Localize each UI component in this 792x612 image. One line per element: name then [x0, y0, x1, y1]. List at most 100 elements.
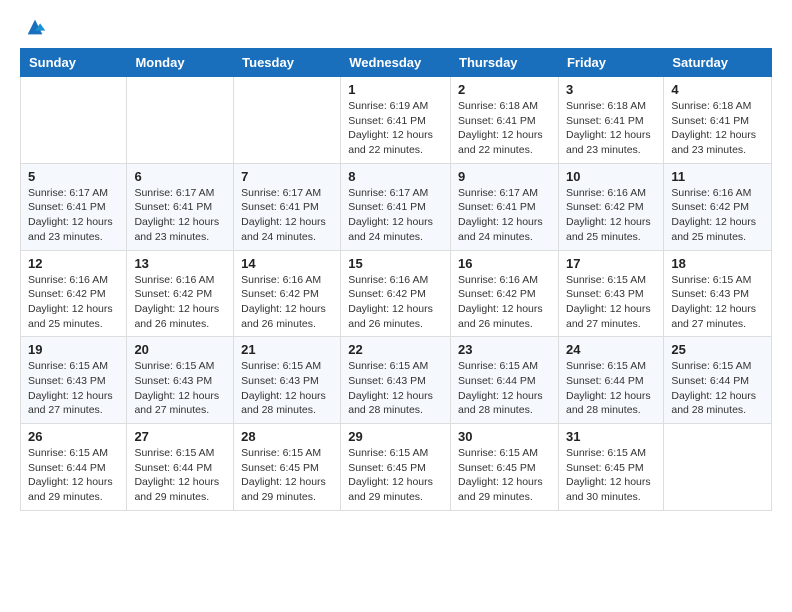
calendar-cell: 20 Sunrise: 6:15 AMSunset: 6:43 PMDayligh…: [127, 337, 234, 424]
calendar-cell: 15Sunrise: 6:16 AMSunset: 6:42 PMDayligh…: [341, 250, 451, 337]
calendar-cell: 17 Sunrise: 6:15 AMSunset: 6:43 PMDayligh…: [558, 250, 663, 337]
cell-info: Sunrise: 6:16 AMSunset: 6:42 PMDaylight:…: [566, 186, 656, 245]
cell-info: Sunrise: 6:15 AMSunset: 6:43 PMDaylight:…: [28, 359, 119, 418]
cell-info: Sunrise: 6:17 AMSunset: 6:41 PMDaylight:…: [458, 186, 551, 245]
calendar-cell: 10 Sunrise: 6:16 AMSunset: 6:42 PMDayligh…: [558, 163, 663, 250]
cell-info: Sunrise: 6:15 AMSunset: 6:43 PMDaylight:…: [241, 359, 333, 418]
calendar-cell: 19 Sunrise: 6:15 AMSunset: 6:43 PMDayligh…: [21, 337, 127, 424]
calendar-cell: 1 Sunrise: 6:19 AMSunset: 6:41 PMDaylight…: [341, 77, 451, 164]
cell-info: Sunrise: 6:17 AMSunset: 6:41 PMDaylight:…: [134, 186, 226, 245]
cell-date: 30: [458, 429, 551, 444]
cell-info: Sunrise: 6:19 AMSunset: 6:41 PMDaylight:…: [348, 99, 443, 158]
cell-date: 25: [671, 342, 764, 357]
cell-date: 20: [134, 342, 226, 357]
cell-info: Sunrise: 6:15 AMSunset: 6:43 PMDaylight:…: [134, 359, 226, 418]
cell-date: 15: [348, 256, 443, 271]
cell-info: Sunrise: 6:15 AMSunset: 6:44 PMDaylight:…: [28, 446, 119, 505]
cell-date: 23: [458, 342, 551, 357]
calendar-cell: 6 Sunrise: 6:17 AMSunset: 6:41 PMDaylight…: [127, 163, 234, 250]
calendar-cell: 4 Sunrise: 6:18 AMSunset: 6:41 PMDaylight…: [664, 77, 772, 164]
calendar-cell: 28Sunrise: 6:15 AMSunset: 6:45 PMDayligh…: [234, 424, 341, 511]
cell-info: Sunrise: 6:15 AMSunset: 6:43 PMDaylight:…: [671, 273, 764, 332]
cell-date: 27: [134, 429, 226, 444]
calendar-cell: 22Sunrise: 6:15 AMSunset: 6:43 PMDayligh…: [341, 337, 451, 424]
calendar-cell: [664, 424, 772, 511]
weekday-header: Sunday: [21, 49, 127, 77]
weekday-header: Saturday: [664, 49, 772, 77]
calendar-cell: 21 Sunrise: 6:15 AMSunset: 6:43 PMDayligh…: [234, 337, 341, 424]
calendar-cell: [21, 77, 127, 164]
cell-date: 2: [458, 82, 551, 97]
cell-date: 4: [671, 82, 764, 97]
calendar-row: 1 Sunrise: 6:19 AMSunset: 6:41 PMDaylight…: [21, 77, 772, 164]
calendar-cell: 8 Sunrise: 6:17 AMSunset: 6:41 PMDaylight…: [341, 163, 451, 250]
cell-info: Sunrise: 6:18 AMSunset: 6:41 PMDaylight:…: [458, 99, 551, 158]
calendar-cell: 9Sunrise: 6:17 AMSunset: 6:41 PMDaylight…: [451, 163, 559, 250]
cell-info: Sunrise: 6:15 AMSunset: 6:45 PMDaylight:…: [458, 446, 551, 505]
calendar-cell: 5 Sunrise: 6:17 AMSunset: 6:41 PMDaylight…: [21, 163, 127, 250]
calendar-header-row: SundayMondayTuesdayWednesdayThursdayFrid…: [21, 49, 772, 77]
cell-date: 11: [671, 169, 764, 184]
calendar-cell: 27 Sunrise: 6:15 AMSunset: 6:44 PMDayligh…: [127, 424, 234, 511]
page: SundayMondayTuesdayWednesdayThursdayFrid…: [0, 0, 792, 612]
calendar-row: 26 Sunrise: 6:15 AMSunset: 6:44 PMDayligh…: [21, 424, 772, 511]
cell-info: Sunrise: 6:15 AMSunset: 6:45 PMDaylight:…: [566, 446, 656, 505]
cell-info: Sunrise: 6:17 AMSunset: 6:41 PMDaylight:…: [28, 186, 119, 245]
cell-date: 26: [28, 429, 119, 444]
cell-date: 1: [348, 82, 443, 97]
cell-info: Sunrise: 6:15 AMSunset: 6:44 PMDaylight:…: [566, 359, 656, 418]
calendar-cell: 29Sunrise: 6:15 AMSunset: 6:45 PMDayligh…: [341, 424, 451, 511]
calendar-cell: 13 Sunrise: 6:16 AMSunset: 6:42 PMDayligh…: [127, 250, 234, 337]
cell-date: 19: [28, 342, 119, 357]
calendar-cell: 16Sunrise: 6:16 AMSunset: 6:42 PMDayligh…: [451, 250, 559, 337]
cell-date: 5: [28, 169, 119, 184]
cell-info: Sunrise: 6:18 AMSunset: 6:41 PMDaylight:…: [671, 99, 764, 158]
calendar-cell: 26 Sunrise: 6:15 AMSunset: 6:44 PMDayligh…: [21, 424, 127, 511]
cell-date: 6: [134, 169, 226, 184]
logo-icon: [24, 16, 46, 38]
cell-date: 17: [566, 256, 656, 271]
cell-date: 18: [671, 256, 764, 271]
cell-info: Sunrise: 6:16 AMSunset: 6:42 PMDaylight:…: [134, 273, 226, 332]
cell-info: Sunrise: 6:15 AMSunset: 6:44 PMDaylight:…: [458, 359, 551, 418]
cell-info: Sunrise: 6:17 AMSunset: 6:41 PMDaylight:…: [348, 186, 443, 245]
calendar-row: 12Sunrise: 6:16 AMSunset: 6:42 PMDayligh…: [21, 250, 772, 337]
weekday-header: Friday: [558, 49, 663, 77]
weekday-header: Tuesday: [234, 49, 341, 77]
cell-date: 10: [566, 169, 656, 184]
cell-info: Sunrise: 6:16 AMSunset: 6:42 PMDaylight:…: [241, 273, 333, 332]
cell-info: Sunrise: 6:17 AMSunset: 6:41 PMDaylight:…: [241, 186, 333, 245]
cell-date: 21: [241, 342, 333, 357]
calendar-cell: 24 Sunrise: 6:15 AMSunset: 6:44 PMDayligh…: [558, 337, 663, 424]
calendar-cell: 7Sunrise: 6:17 AMSunset: 6:41 PMDaylight…: [234, 163, 341, 250]
cell-date: 13: [134, 256, 226, 271]
calendar-cell: 18 Sunrise: 6:15 AMSunset: 6:43 PMDayligh…: [664, 250, 772, 337]
cell-info: Sunrise: 6:15 AMSunset: 6:43 PMDaylight:…: [566, 273, 656, 332]
calendar-cell: 12Sunrise: 6:16 AMSunset: 6:42 PMDayligh…: [21, 250, 127, 337]
calendar-cell: 31Sunrise: 6:15 AMSunset: 6:45 PMDayligh…: [558, 424, 663, 511]
weekday-header: Thursday: [451, 49, 559, 77]
calendar-row: 19 Sunrise: 6:15 AMSunset: 6:43 PMDayligh…: [21, 337, 772, 424]
cell-date: 28: [241, 429, 333, 444]
cell-info: Sunrise: 6:15 AMSunset: 6:44 PMDaylight:…: [134, 446, 226, 505]
calendar-cell: 3Sunrise: 6:18 AMSunset: 6:41 PMDaylight…: [558, 77, 663, 164]
calendar-cell: 11Sunrise: 6:16 AMSunset: 6:42 PMDayligh…: [664, 163, 772, 250]
cell-info: Sunrise: 6:16 AMSunset: 6:42 PMDaylight:…: [458, 273, 551, 332]
cell-info: Sunrise: 6:15 AMSunset: 6:44 PMDaylight:…: [671, 359, 764, 418]
cell-info: Sunrise: 6:15 AMSunset: 6:43 PMDaylight:…: [348, 359, 443, 418]
cell-date: 8: [348, 169, 443, 184]
cell-date: 24: [566, 342, 656, 357]
calendar-cell: [234, 77, 341, 164]
logo: [20, 16, 46, 38]
weekday-header: Monday: [127, 49, 234, 77]
cell-info: Sunrise: 6:16 AMSunset: 6:42 PMDaylight:…: [28, 273, 119, 332]
header: [20, 16, 772, 38]
calendar-cell: 25 Sunrise: 6:15 AMSunset: 6:44 PMDayligh…: [664, 337, 772, 424]
calendar-cell: 30 Sunrise: 6:15 AMSunset: 6:45 PMDayligh…: [451, 424, 559, 511]
cell-info: Sunrise: 6:18 AMSunset: 6:41 PMDaylight:…: [566, 99, 656, 158]
cell-date: 14: [241, 256, 333, 271]
calendar-cell: 14 Sunrise: 6:16 AMSunset: 6:42 PMDayligh…: [234, 250, 341, 337]
weekday-header: Wednesday: [341, 49, 451, 77]
calendar-cell: 2 Sunrise: 6:18 AMSunset: 6:41 PMDaylight…: [451, 77, 559, 164]
calendar-table: SundayMondayTuesdayWednesdayThursdayFrid…: [20, 48, 772, 511]
